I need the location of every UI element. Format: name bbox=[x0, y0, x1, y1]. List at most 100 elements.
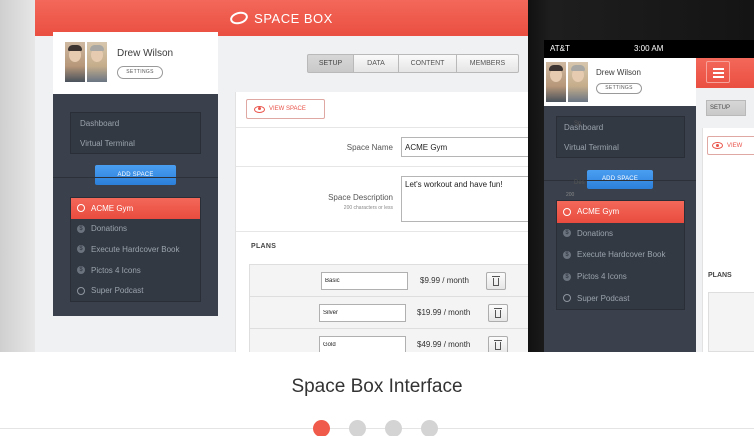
pager-dot-4[interactable] bbox=[421, 420, 438, 436]
setup-panel: VIEW SPACE Space Name Space Description … bbox=[235, 92, 528, 352]
profile-name: Drew Wilson bbox=[117, 48, 174, 59]
panel-divider bbox=[236, 231, 528, 232]
desktop-app: SPACE BOX Drew Wilson SETTINGS Dashboard… bbox=[35, 0, 528, 352]
delete-plan-button[interactable] bbox=[488, 336, 508, 352]
profile-name: Drew Wilson bbox=[596, 68, 641, 77]
menu-item-virtual-terminal[interactable]: Virtual Terminal bbox=[557, 137, 684, 157]
dollar-icon: $ bbox=[563, 250, 571, 259]
plan-name-input[interactable] bbox=[319, 304, 406, 322]
delete-plan-button[interactable] bbox=[488, 304, 508, 322]
space-item-label: Execute Hardcover Book bbox=[91, 244, 180, 254]
eye-icon bbox=[712, 142, 723, 149]
monitor-frame-left bbox=[0, 0, 35, 352]
trash-icon bbox=[494, 340, 502, 350]
space-item-super-podcast[interactable]: Super Podcast bbox=[71, 280, 200, 301]
plan-row: $49.99 / month bbox=[250, 329, 528, 352]
space-item-pictos-4-icons[interactable]: $ Pictos 4 Icons bbox=[557, 266, 684, 288]
menu-item-dashboard[interactable]: Dashboard bbox=[557, 117, 684, 137]
view-space-label: VIEW bbox=[727, 142, 743, 149]
space-item-label: Donations bbox=[577, 228, 614, 238]
plans-list: $9.99 / month $19.99 / month $49.99 / mo… bbox=[249, 264, 528, 352]
app-header: SPACE BOX bbox=[35, 0, 528, 36]
panel-divider bbox=[236, 166, 528, 167]
carrier-label: AT&T bbox=[550, 44, 570, 53]
space-item-label: Pictos 4 Icons bbox=[577, 272, 627, 282]
avatar[interactable] bbox=[568, 62, 588, 102]
dollar-icon: $ bbox=[77, 266, 85, 275]
space-name-label: Sp bbox=[574, 121, 582, 127]
sidebar: Dashboard Virtual Terminal ADD SPACE ACM… bbox=[53, 94, 218, 316]
settings-button[interactable]: SETTINGS bbox=[596, 83, 642, 94]
plan-name-input[interactable] bbox=[319, 336, 406, 352]
pager-dot-2[interactable] bbox=[349, 420, 366, 436]
trash-icon bbox=[492, 276, 500, 286]
dollar-icon: $ bbox=[77, 245, 85, 254]
pager-dot-3[interactable] bbox=[385, 420, 402, 436]
space-item-pictos-4-icons[interactable]: $ Pictos 4 Icons bbox=[71, 260, 200, 281]
menu-item-dashboard[interactable]: Dashboard bbox=[71, 113, 200, 133]
hamburger-menu-button[interactable] bbox=[706, 61, 730, 83]
menu-item-virtual-terminal[interactable]: Virtual Terminal bbox=[71, 133, 200, 153]
space-name-input[interactable] bbox=[401, 137, 528, 157]
space-item-execute-hardcover-book[interactable]: $ Execute Hardcover Book bbox=[71, 239, 200, 260]
spaces-list: ACME Gym $ Donations $ Execute Hardcover B… bbox=[556, 200, 685, 310]
tab-members[interactable]: MEMBERS bbox=[457, 54, 519, 73]
space-description-hint: 200 characters or less bbox=[343, 205, 393, 211]
planet-logo-icon bbox=[228, 9, 250, 27]
space-item-label: Pictos 4 Icons bbox=[91, 265, 141, 275]
plan-name-input[interactable] bbox=[321, 272, 408, 290]
space-item-label: ACME Gym bbox=[91, 203, 134, 213]
sidebar-divider bbox=[544, 180, 696, 181]
sidebar-divider bbox=[53, 177, 218, 178]
dollar-icon: $ bbox=[563, 272, 571, 281]
phone-status-bar: AT&T 3:00 AM bbox=[544, 40, 754, 58]
spaces-list: ACME Gym $ Donations $ Execute Hardcover B… bbox=[70, 197, 201, 302]
pager-dot-1[interactable] bbox=[313, 420, 330, 436]
space-description-textarea[interactable]: Let's workout and have fun! bbox=[401, 176, 528, 222]
dollar-icon: $ bbox=[77, 224, 85, 233]
app-brand: SPACE BOX bbox=[254, 10, 333, 26]
avatar[interactable] bbox=[87, 42, 107, 82]
tab-setup[interactable]: SETUP bbox=[706, 100, 746, 116]
view-space-button[interactable]: VIEW bbox=[707, 136, 754, 155]
plan-row: $19.99 / month bbox=[250, 297, 528, 329]
settings-button[interactable]: SETTINGS bbox=[117, 66, 163, 79]
avatar[interactable] bbox=[546, 62, 566, 102]
dollar-icon: $ bbox=[563, 229, 571, 238]
space-item-execute-hardcover-book[interactable]: $ Execute Hardcover Book bbox=[557, 244, 684, 266]
plan-price: $19.99 / month bbox=[417, 308, 471, 317]
plans-title: PLANS bbox=[708, 272, 732, 279]
view-space-label: VIEW SPACE bbox=[269, 106, 306, 112]
space-description-label: Space Description bbox=[328, 193, 393, 202]
slide-caption: Space Box Interface bbox=[291, 376, 463, 397]
plan-row: $9.99 / month bbox=[250, 265, 528, 297]
refresh-icon bbox=[563, 207, 571, 216]
phone-sidebar: Dashboard Virtual Terminal ADD SPACE ACM… bbox=[544, 106, 696, 352]
tab-bar: SETUP DATA CONTENT MEMBERS bbox=[307, 54, 519, 73]
tab-content[interactable]: CONTENT bbox=[399, 54, 457, 73]
plan-price: $49.99 / month bbox=[417, 340, 471, 349]
hamburger-icon bbox=[713, 72, 724, 74]
space-item-acme-gym[interactable]: ACME Gym bbox=[71, 198, 200, 219]
space-item-super-podcast[interactable]: Super Podcast bbox=[557, 287, 684, 309]
space-item-donations[interactable]: $ Donations bbox=[71, 219, 200, 240]
add-space-button[interactable]: ADD SPACE bbox=[95, 165, 176, 185]
space-item-label: ACME Gym bbox=[577, 207, 620, 217]
space-item-label: Execute Hardcover Book bbox=[577, 250, 666, 260]
space-item-label: Donations bbox=[91, 224, 128, 234]
view-space-button[interactable]: VIEW SPACE bbox=[246, 99, 325, 119]
phone-header bbox=[696, 58, 754, 88]
eye-icon bbox=[254, 105, 265, 113]
space-item-acme-gym[interactable]: ACME Gym bbox=[557, 201, 684, 223]
space-item-donations[interactable]: $ Donations bbox=[557, 223, 684, 245]
avatar[interactable] bbox=[65, 42, 85, 82]
tab-data[interactable]: DATA bbox=[354, 54, 399, 73]
profile-card: Drew Wilson SETTINGS bbox=[53, 32, 218, 94]
delete-plan-button[interactable] bbox=[486, 272, 506, 290]
phone-screen: AT&T 3:00 AM Drew Wilson SETTINGS Dashbo… bbox=[544, 40, 754, 352]
hamburger-icon bbox=[713, 76, 724, 78]
status-time: 3:00 AM bbox=[634, 44, 664, 53]
space-description-hint: 200 bbox=[566, 192, 575, 198]
plans-title: PLANS bbox=[251, 243, 277, 250]
tab-setup[interactable]: SETUP bbox=[307, 54, 354, 73]
